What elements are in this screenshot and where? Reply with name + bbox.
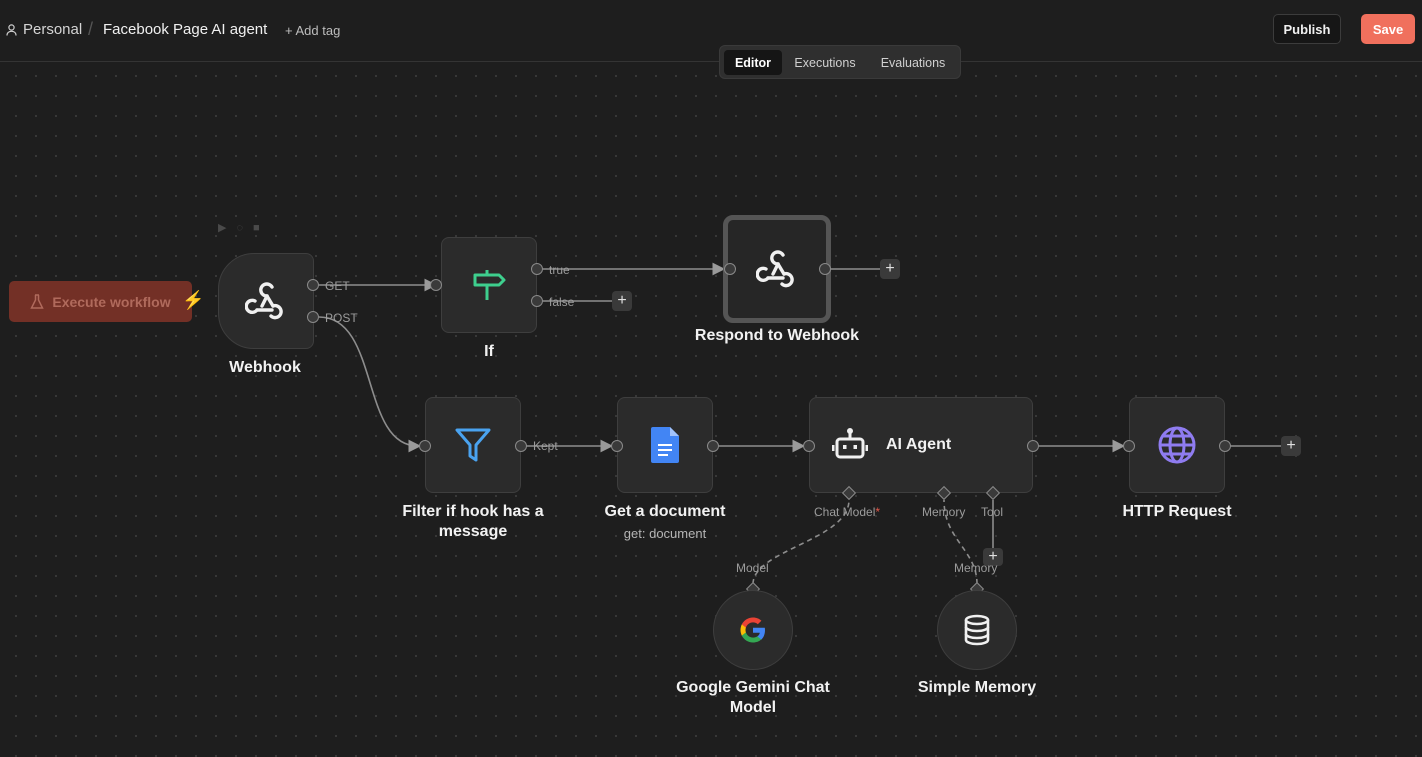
- agent-input-port[interactable]: [803, 440, 815, 452]
- breadcrumb-personal-label: Personal: [23, 21, 83, 38]
- if-output-true[interactable]: [531, 263, 543, 275]
- robot-icon: [832, 428, 868, 459]
- webhook-post-label: POST: [325, 311, 358, 325]
- http-input-port[interactable]: [1123, 440, 1135, 452]
- filter-output-kept[interactable]: [515, 440, 527, 452]
- add-node-http-button[interactable]: +: [1281, 436, 1301, 456]
- if-false-label: false: [549, 295, 575, 309]
- execute-workflow-label: Execute workflow: [52, 293, 171, 310]
- header-bar: Personal / Facebook Page AI agent + Add …: [0, 0, 1422, 62]
- node-simple-memory[interactable]: [937, 590, 1017, 670]
- flask-icon: [30, 293, 45, 309]
- node-toolbar-ghost: ▶◌■: [218, 222, 270, 234]
- webhook-get-label: GET: [325, 279, 350, 293]
- respond-output-port[interactable]: [819, 263, 831, 275]
- node-webhook[interactable]: [218, 253, 314, 349]
- add-tag-button[interactable]: + Add tag: [285, 23, 340, 38]
- http-output-port[interactable]: [1219, 440, 1231, 452]
- gemini-model-label: Model: [736, 561, 769, 575]
- webhook-output-get[interactable]: [307, 279, 319, 291]
- agent-tool-label: Tool: [981, 505, 1004, 519]
- execute-workflow-button[interactable]: Execute workflow: [9, 281, 192, 322]
- webhook-icon: [245, 282, 283, 320]
- http-node-label: HTTP Request: [1122, 503, 1232, 520]
- ai-agent-node-label: AI Agent: [886, 436, 952, 453]
- webhook-icon: [756, 250, 794, 288]
- node-get-document[interactable]: [617, 397, 713, 493]
- add-node-respond-button[interactable]: +: [880, 259, 900, 279]
- filter-node-label: Filter if hook has a message: [402, 503, 544, 540]
- user-icon: [6, 23, 17, 36]
- if-input-port[interactable]: [430, 279, 442, 291]
- tab-editor[interactable]: Editor: [724, 50, 782, 75]
- breadcrumb-personal[interactable]: Personal: [6, 21, 82, 38]
- node-http-request[interactable]: [1129, 397, 1225, 493]
- google-docs-icon: [651, 427, 679, 463]
- add-node-if-false-button[interactable]: +: [612, 291, 632, 311]
- tab-evaluations[interactable]: Evaluations: [868, 50, 958, 75]
- respond-node-label: Respond to Webhook: [694, 327, 860, 344]
- agent-memory-label: Memory: [922, 505, 966, 519]
- node-if[interactable]: [441, 237, 537, 333]
- respond-input-port[interactable]: [724, 263, 736, 275]
- workflow-title[interactable]: Facebook Page AI agent: [103, 21, 267, 38]
- agent-chat-model-label: Chat Model*: [814, 505, 881, 519]
- node-google-gemini[interactable]: [713, 590, 793, 670]
- memory-output-label: Memory: [954, 561, 998, 575]
- filter-icon: [455, 428, 491, 462]
- agent-output-port[interactable]: [1027, 440, 1039, 452]
- breadcrumb-separator: /: [88, 19, 94, 39]
- if-output-false[interactable]: [531, 295, 543, 307]
- filter-kept-label: Kept: [533, 439, 558, 453]
- node-ai-agent[interactable]: AI Agent: [809, 397, 1033, 493]
- node-filter[interactable]: [425, 397, 521, 493]
- memory-node-label: Simple Memory: [917, 679, 1037, 696]
- gemini-node-label: Google Gemini Chat Model: [676, 679, 830, 716]
- getdoc-node-label: Get a document: [604, 503, 726, 520]
- getdoc-node-subtitle: get: document: [623, 526, 707, 541]
- google-icon: [740, 617, 765, 643]
- tab-executions[interactable]: Executions: [786, 50, 864, 75]
- if-true-label: true: [549, 263, 570, 277]
- node-respond-to-webhook[interactable]: [723, 215, 831, 323]
- webhook-node-label: Webhook: [229, 359, 301, 376]
- save-button[interactable]: Save: [1361, 14, 1415, 44]
- filter-input-port[interactable]: [419, 440, 431, 452]
- getdoc-input-port[interactable]: [611, 440, 623, 452]
- globe-icon: [1158, 426, 1196, 464]
- database-icon: [964, 614, 990, 646]
- if-node-label: If: [484, 343, 494, 360]
- signpost-icon: [473, 270, 506, 300]
- publish-button[interactable]: Publish: [1273, 14, 1341, 44]
- view-tabs: Editor Executions Evaluations: [719, 45, 961, 79]
- webhook-output-post[interactable]: [307, 311, 319, 323]
- lightning-icon: ⚡: [182, 290, 205, 310]
- getdoc-output-port[interactable]: [707, 440, 719, 452]
